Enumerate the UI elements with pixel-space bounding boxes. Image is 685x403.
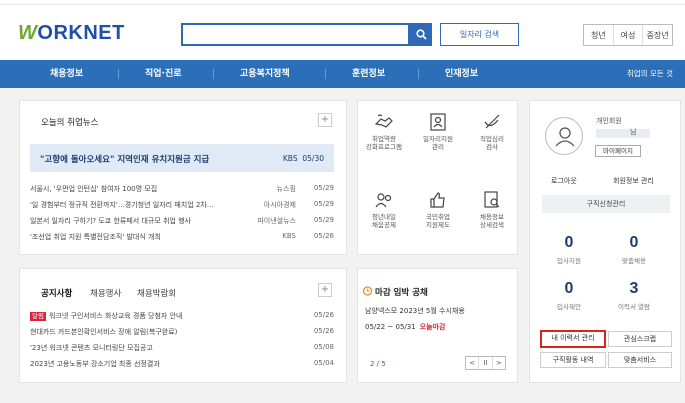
segment-women[interactable]: 여성	[614, 25, 644, 45]
service-national-employment[interactable]: 국민취업 지원제도	[411, 190, 465, 229]
service-competency-program[interactable]: 취업역량 강화프로그램	[357, 112, 411, 151]
member-name-redacted	[596, 129, 650, 138]
audience-segment: 청년 여성 중장년	[583, 24, 673, 46]
news-title: 오늘의 취업뉴스	[41, 118, 99, 128]
next-button[interactable]: >	[493, 357, 505, 369]
nav-item-welfare[interactable]: 고용복지정책	[240, 60, 290, 88]
my-resume-manage-button[interactable]: 내 이력서 관리	[540, 330, 606, 348]
stat-resume-views-count[interactable]: 3	[614, 280, 654, 298]
service-youth-savings[interactable]: 청년내일 채움공제	[357, 190, 411, 229]
people-icon	[375, 193, 392, 208]
notice-row[interactable]: 알림 워크넷 구인서비스 화상교육 경품 당첨자 안내 05/26	[30, 311, 334, 323]
member-info-link[interactable]: 회원정보 관리	[613, 176, 654, 186]
tab-job-fairs[interactable]: 채용박람회	[137, 287, 176, 299]
notice-row[interactable]: '23년 워크넷 콘텐츠 모니터링단 모집공고 05/08	[30, 343, 334, 355]
custom-service-button[interactable]: 맞춤서비스	[608, 352, 672, 368]
nav-divider	[418, 69, 419, 79]
thumbs-up-icon	[430, 192, 445, 208]
tab-notices[interactable]: 공지사항	[41, 287, 72, 299]
nav-item-training[interactable]: 훈련정보	[352, 60, 385, 88]
segment-youth[interactable]: 청년	[584, 25, 614, 45]
stat-applications-label: 입사지원	[557, 257, 581, 265]
worknet-logo[interactable]: WORKNET	[18, 22, 125, 45]
pause-button[interactable]: II	[479, 357, 493, 369]
service-job-support[interactable]: 일자리지원 관리	[411, 112, 465, 151]
avatar	[545, 117, 583, 155]
news-highlight-source: KBS 05/30	[282, 154, 324, 163]
segment-middle-aged[interactable]: 중장년	[643, 25, 672, 45]
stat-custom-jobs-label: 맞춤채용	[622, 257, 646, 265]
deadline-pager-controls: < II >	[465, 356, 506, 370]
news-more-button[interactable]: +	[318, 113, 332, 127]
news-row[interactable]: 일본서 일자리 구하기? 도쿄 한류페서 대규모 취업 행사 파이낸셜뉴스 05/2…	[30, 216, 334, 228]
stat-applications-count[interactable]: 0	[549, 234, 589, 252]
document-search-icon	[484, 191, 500, 208]
stat-custom-jobs-count[interactable]: 0	[614, 234, 654, 252]
deadline-title: 마감 임박 공채	[375, 288, 428, 298]
job-activity-history-button[interactable]: 구직활동 내역	[540, 352, 606, 368]
prev-button[interactable]: <	[466, 357, 480, 369]
user-icon	[555, 127, 575, 147]
search-icon	[415, 29, 427, 40]
notice-row[interactable]: 2023년 고용노동부 강소기업 최종 선정결과 05/04	[30, 359, 334, 371]
logout-link[interactable]: 로그아웃	[551, 176, 577, 186]
tab-hiring-events[interactable]: 채용행사	[90, 287, 121, 299]
news-row[interactable]: '조선업 취업 지원 특별전담조직' 발대식 개최 KBS 05/26	[30, 232, 334, 244]
nav-divider	[325, 69, 326, 79]
mypage-button[interactable]: 마이페이지	[595, 145, 641, 157]
news-highlight-title: "고향에 돌아오세요" 지역인재 유치지원금 지급	[40, 155, 210, 165]
deadline-company[interactable]: 남양넥스모 2023년 5월 수시채용	[365, 306, 465, 316]
alarm-clock-icon	[362, 286, 373, 296]
deadline-pager: 2 / 5	[370, 360, 386, 368]
news-row[interactable]: 서울시, '우먼업 인턴십' 참여자 100명 모집 뉴스핌 05/29	[30, 184, 334, 196]
service-detailed-search[interactable]: 채용정보 상세검색	[465, 190, 519, 229]
nav-item-jobs[interactable]: 채용정보	[50, 60, 83, 88]
nav-item-talent[interactable]: 인재정보	[445, 60, 478, 88]
nav-divider	[213, 69, 214, 79]
member-type: 개인회원	[596, 117, 622, 125]
service-aptitude-test[interactable]: 직업심리 검사	[465, 112, 519, 151]
deadline-today-badge: 오늘마감	[419, 323, 446, 331]
interest-scrap-button[interactable]: 관심스크랩	[608, 331, 672, 347]
news-row[interactable]: '일 경험부터 정규직 전환까지'…경기청년 일자리 매치업 2차… 아시아경제 0…	[30, 200, 334, 212]
id-card-icon	[430, 113, 446, 131]
handshake-icon	[374, 114, 393, 128]
news-highlight[interactable]: "고향에 돌아오세요" 지역인재 유치지원금 지급 KBS 05/30	[30, 144, 334, 172]
notice-row[interactable]: 현대카드 카드본인확인서비스 장애 알림(복구완료) 05/26	[30, 327, 334, 339]
nav-all-link[interactable]: 취업의 모든 것	[627, 60, 673, 88]
stat-offers-count[interactable]: 0	[549, 280, 589, 298]
job-application-manage-button[interactable]: 구직신청관리	[542, 195, 670, 213]
search-input[interactable]	[181, 23, 410, 46]
search-button[interactable]	[410, 23, 432, 46]
pen-check-icon	[484, 114, 500, 129]
notices-more-button[interactable]: +	[318, 283, 332, 297]
header: WORKNET 일자리 검색 청년 여성 중장년	[0, 5, 685, 60]
member-name-suffix: 님	[630, 128, 637, 136]
nav-item-career[interactable]: 직업·진로	[145, 60, 182, 88]
job-search-button[interactable]: 일자리 검색	[440, 23, 519, 46]
alert-badge: 알림	[30, 312, 46, 321]
stat-resume-views-label: 이력서 열람	[618, 303, 650, 311]
stat-offers-label: 입사제안	[557, 303, 581, 311]
nav-divider	[118, 69, 119, 79]
main-nav: 채용정보 직업·진로 고용복지정책 훈련정보 인재정보 취업의 모든 것	[0, 60, 685, 88]
deadline-date: 05/22 ~ 05/31 오늘마감	[365, 323, 446, 331]
